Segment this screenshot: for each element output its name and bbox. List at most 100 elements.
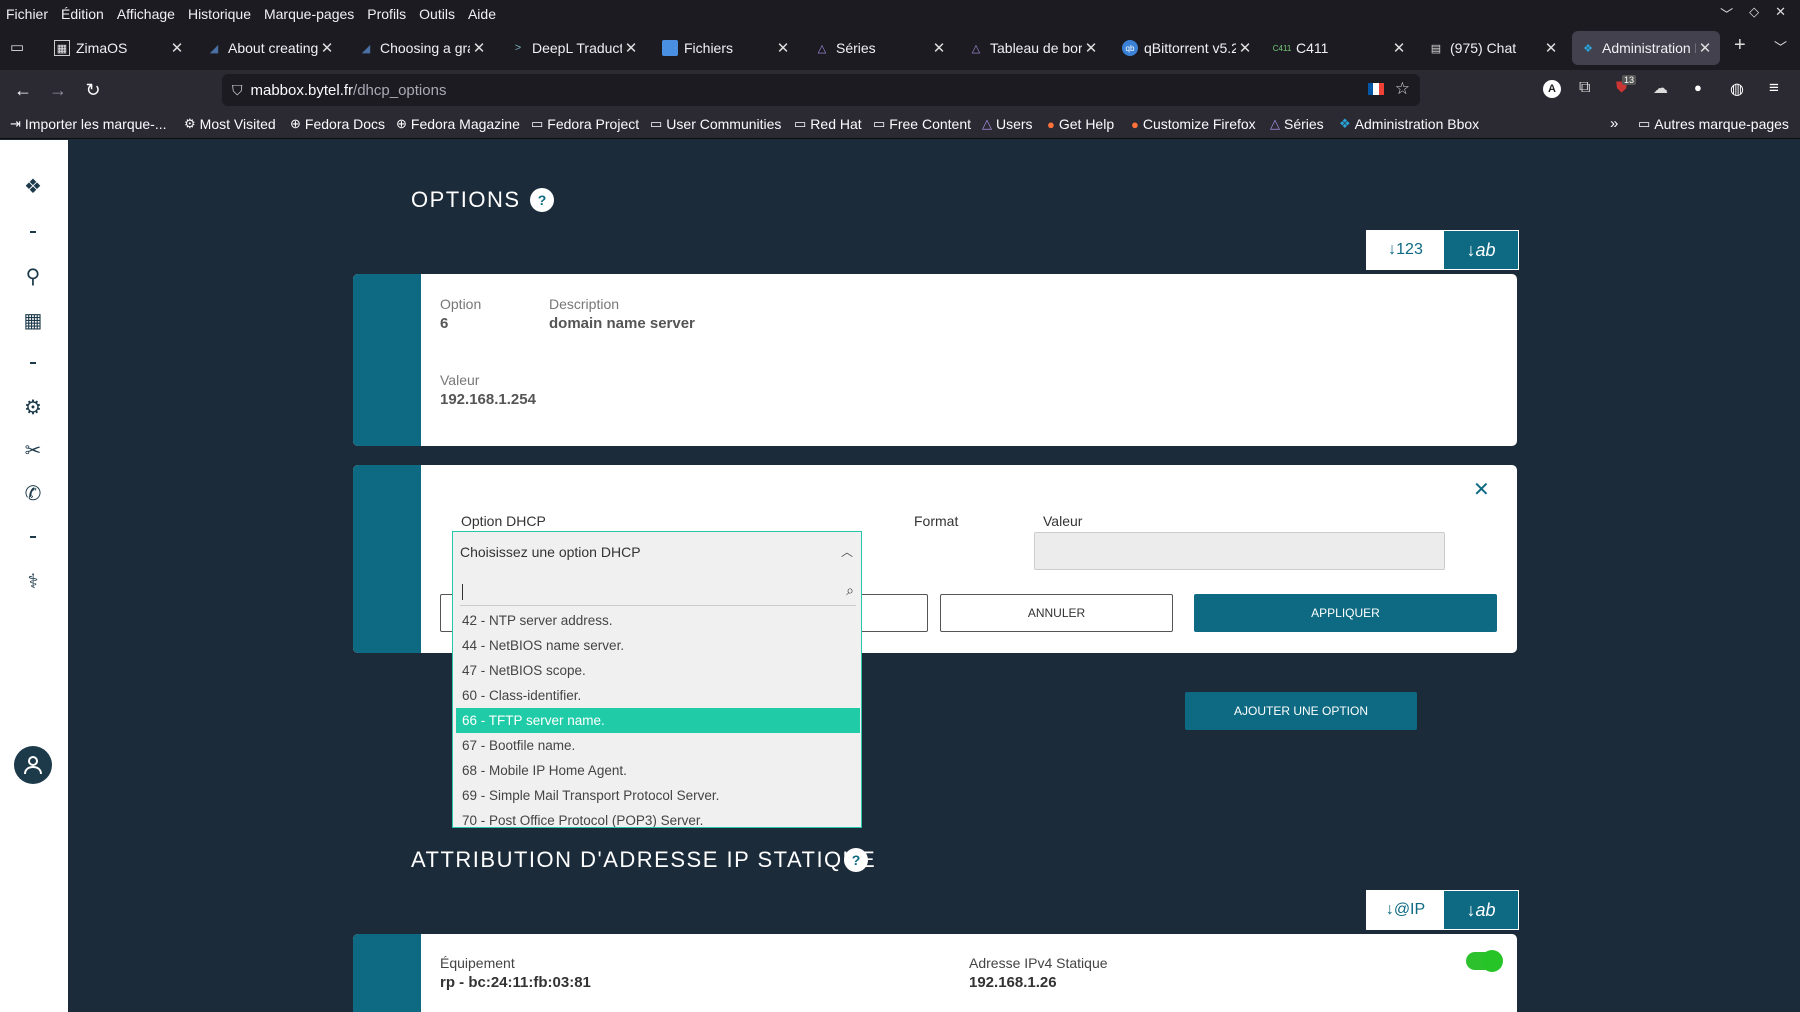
dropdown-option-selected[interactable]: 66 - TFTP server name. <box>456 708 860 733</box>
account-icon[interactable]: A <box>1543 80 1561 98</box>
tab-tableau-de-bord[interactable]: △ Tableau de bord ✕ <box>960 31 1106 65</box>
dropdown-option[interactable]: 60 - Class-identifier. <box>456 683 860 708</box>
tab-c411[interactable]: C411 C411 ✕ <box>1266 31 1414 65</box>
url-bar[interactable]: ⛉ mabbox.bytel.fr/dhcp_options ☆ <box>222 74 1420 106</box>
tab-about-creating[interactable]: ◢About creating a✕ <box>198 31 342 65</box>
close-tab-icon[interactable]: ✕ <box>470 39 488 57</box>
search-icon: ⌕ <box>846 582 854 598</box>
bookmark-fedora-magazine[interactable]: ⊕ Fedora Magazine <box>396 116 520 132</box>
menu-historique[interactable]: Historique <box>188 6 251 22</box>
sort-ip-button[interactable]: ↓@IP <box>1367 891 1444 929</box>
extensions-icon[interactable]: ⧉ <box>1579 79 1590 97</box>
close-tab-icon[interactable]: ✕ <box>622 39 640 57</box>
bookmarks-overflow-icon[interactable]: » <box>1610 115 1618 132</box>
bookmark-other[interactable]: ▭ Autres marque-pages <box>1638 116 1789 132</box>
menu-outils[interactable]: Outils <box>419 6 455 22</box>
dropdown-option[interactable]: 69 - Simple Mail Transport Protocol Serv… <box>456 783 860 808</box>
dropdown-placeholder[interactable]: Choisissez une option DHCP ︿ <box>453 532 861 572</box>
sort-alpha-button[interactable]: ↓ab <box>1444 891 1518 929</box>
network-icon[interactable]: ⚲ <box>19 262 47 290</box>
dropdown-option[interactable]: 70 - Post Office Protocol (POP3) Server. <box>456 808 860 827</box>
minimize-icon[interactable]: ﹀ <box>1720 4 1733 23</box>
triangle-icon: △ <box>1270 116 1280 131</box>
close-window-icon[interactable]: ✕ <box>1775 4 1786 23</box>
menu-marque-pages[interactable]: Marque-pages <box>264 6 354 22</box>
tab-series[interactable]: △ Séries ✕ <box>806 31 954 65</box>
close-tab-icon[interactable]: ✕ <box>1236 39 1254 57</box>
ipv4-label: Adresse IPv4 Statique <box>969 955 1108 971</box>
tab-chat[interactable]: ▤ (975) Chat ✕ <box>1420 31 1566 65</box>
bookmark-fedora-docs[interactable]: ⊕ Fedora Docs <box>290 116 385 132</box>
valeur-input[interactable] <box>1034 532 1445 570</box>
tools-icon[interactable]: ✂ <box>19 436 47 464</box>
phone-icon[interactable]: ✆ <box>19 479 47 507</box>
chevron-up-icon[interactable]: ︿ <box>841 543 853 560</box>
dropdown-option[interactable]: 67 - Bootfile name. <box>456 733 860 758</box>
appliquer-button[interactable]: APPLIQUER <box>1194 594 1497 632</box>
menu-fichier[interactable]: Fichier <box>6 6 48 22</box>
dropdown-search-input[interactable]: ⌕ <box>460 578 856 606</box>
tab-qbittorrent[interactable]: qb qBittorrent v5.2 ✕ <box>1114 31 1260 65</box>
extension-dot-icon[interactable]: ● <box>1694 80 1702 95</box>
dropdown-option[interactable]: 42 - NTP server address. <box>456 608 860 633</box>
static-ip-help-icon[interactable]: ? <box>844 848 868 872</box>
dropdown-option[interactable]: 68 - Mobile IP Home Agent. <box>456 758 860 783</box>
dropdown-option[interactable]: 47 - NetBIOS scope. <box>456 658 860 683</box>
calendar-icon[interactable]: ▦ <box>19 306 47 334</box>
wifi-settings-icon[interactable]: ⚙ <box>19 393 47 421</box>
close-tab-icon[interactable]: ✕ <box>1542 39 1560 57</box>
close-tab-icon[interactable]: ✕ <box>930 39 948 57</box>
user-avatar-icon[interactable] <box>14 746 52 784</box>
bookmark-free-content[interactable]: ▭ Free Content <box>873 116 971 132</box>
annuler-button[interactable]: ANNULER <box>940 594 1173 632</box>
restore-icon[interactable]: ◇ <box>1749 4 1759 23</box>
bookmark-administration-bbox[interactable]: ❖ Administration Bbox <box>1339 116 1479 132</box>
bookmark-users[interactable]: △ Users <box>982 116 1033 132</box>
bookmark-user-communities[interactable]: ▭ User Communities <box>650 116 781 132</box>
french-flag-icon[interactable] <box>1368 83 1384 95</box>
bookmark-get-help[interactable]: ● Get Help <box>1047 116 1114 132</box>
tab-zimaos[interactable]: ▦ ZimaOS ✕ <box>46 31 192 65</box>
menu-profils[interactable]: Profils <box>367 6 406 22</box>
back-icon[interactable]: ← <box>10 77 36 103</box>
close-tab-icon[interactable]: ✕ <box>774 39 792 57</box>
extension-icon[interactable]: ☁ <box>1653 79 1668 97</box>
static-ip-toggle[interactable] <box>1466 950 1503 972</box>
close-tab-icon[interactable]: ✕ <box>1082 39 1100 57</box>
tab-list-icon[interactable]: ▭ <box>10 38 24 56</box>
new-tab-icon[interactable]: + <box>1734 34 1746 57</box>
menu-edition[interactable]: Édition <box>61 6 104 22</box>
tab-administration[interactable]: ❖ Administration B ✕ <box>1572 31 1720 65</box>
tab-fichiers[interactable]: Fichiers ✕ <box>654 31 798 65</box>
forward-icon[interactable]: → <box>45 77 71 103</box>
bookmark-series[interactable]: △ Séries <box>1270 116 1324 132</box>
reload-icon[interactable]: ↻ <box>80 77 106 103</box>
tab-deepl[interactable]: >DeepL Traductio✕ <box>502 31 646 65</box>
dhcp-option-dropdown[interactable]: Choisissez une option DHCP ︿ ⌕ 42 - NTP … <box>452 531 862 828</box>
close-tab-icon[interactable]: ✕ <box>1390 39 1408 57</box>
dropdown-option[interactable]: 44 - NetBIOS name server. <box>456 633 860 658</box>
bookmark-most-visited[interactable]: ⚙ Most Visited <box>184 116 276 132</box>
close-tab-icon[interactable]: ✕ <box>318 39 336 57</box>
bookmark-customize-firefox[interactable]: ● Customize Firefox <box>1131 116 1256 132</box>
app-menu-icon[interactable]: ≡ <box>1769 78 1779 98</box>
site-info-icon[interactable]: ⛉ <box>232 82 243 99</box>
close-tab-icon[interactable]: ✕ <box>1696 39 1714 57</box>
tab-overflow-icon[interactable]: ﹀ <box>1774 37 1787 56</box>
menu-affichage[interactable]: Affichage <box>117 6 175 22</box>
bookmark-import[interactable]: ⇥ Importer les marque-... <box>10 116 167 132</box>
menu-aide[interactable]: Aide <box>468 6 496 22</box>
extension-circle-icon[interactable]: ◍ <box>1730 79 1744 99</box>
bookmark-red-hat[interactable]: ▭ Red Hat <box>794 116 862 132</box>
sort-numeric-button[interactable]: ↓123 <box>1367 231 1444 269</box>
stethoscope-icon[interactable]: ⚕ <box>19 567 47 595</box>
options-help-icon[interactable]: ? <box>530 188 554 212</box>
bbox-logo-icon[interactable]: ❖ <box>19 172 47 200</box>
sort-alpha-button[interactable]: ↓ab <box>1444 231 1518 269</box>
close-tab-icon[interactable]: ✕ <box>168 39 186 57</box>
add-option-button[interactable]: AJOUTER UNE OPTION <box>1185 692 1417 730</box>
bookmark-fedora-project[interactable]: ▭ Fedora Project <box>531 116 639 132</box>
tab-choosing-graph[interactable]: ◢Choosing a grap✕ <box>350 31 494 65</box>
close-icon[interactable]: ✕ <box>1473 477 1490 502</box>
bookmark-star-icon[interactable]: ☆ <box>1395 79 1410 99</box>
